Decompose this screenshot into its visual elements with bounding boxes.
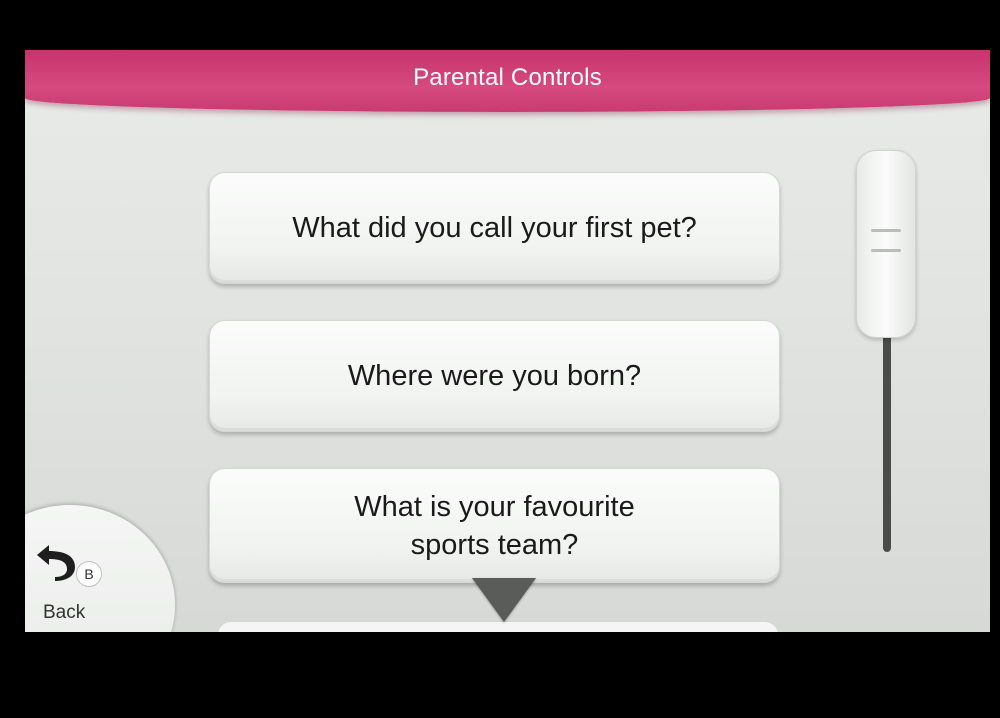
- scrollbar-track[interactable]: [883, 330, 891, 552]
- question-label: Where were you born?: [347, 360, 642, 392]
- page-title: Parental Controls: [413, 64, 602, 91]
- tv-frame: Parental Controls What did you call your…: [0, 0, 1000, 718]
- back-arrow-icon: [37, 545, 75, 581]
- scrollbar-thumb[interactable]: [856, 150, 916, 338]
- question-option-first-pet[interactable]: What did you call your first pet?: [209, 172, 780, 284]
- grip-line: [871, 229, 901, 232]
- question-label: What is your favourite sports team?: [354, 490, 635, 561]
- back-label: Back: [43, 602, 86, 623]
- back-button[interactable]: B Back: [25, 505, 175, 632]
- b-button-badge: B: [76, 561, 102, 587]
- grip-line: [871, 249, 901, 252]
- next-question-option-partial[interactable]: [217, 621, 779, 632]
- question-option-birthplace[interactable]: Where were you born?: [209, 320, 780, 432]
- parental-controls-screen: Parental Controls What did you call your…: [25, 50, 990, 632]
- question-label: What did you call your first pet?: [292, 212, 697, 244]
- question-option-sports-team[interactable]: What is your favourite sports team?: [209, 468, 780, 583]
- header-bar: Parental Controls: [25, 50, 990, 112]
- scroll-down-arrow-icon[interactable]: [472, 578, 536, 622]
